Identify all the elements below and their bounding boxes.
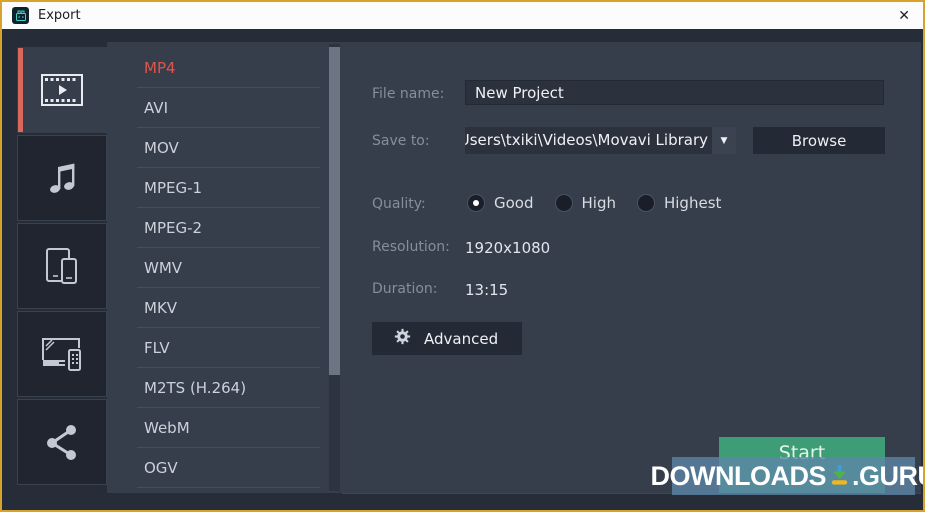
save-to-label: Save to: — [372, 133, 430, 149]
radio-circle-icon[interactable] — [554, 194, 573, 212]
quality-options: Good High Highest — [467, 194, 721, 212]
radio-label: Good — [494, 194, 534, 212]
radio-circle-icon[interactable] — [636, 194, 655, 212]
gear-icon — [394, 328, 411, 349]
duration-value: 13:15 — [465, 281, 509, 299]
file-name-value: New Project — [475, 83, 564, 102]
format-item-m2ts-h-264[interactable]: M2TS (H.264) — [107, 368, 320, 408]
format-item-mpeg-2[interactable]: MPEG-2 — [107, 208, 320, 248]
format-item-mp4[interactable]: MP4 — [107, 48, 320, 88]
tablet-phone-icon — [40, 245, 84, 287]
title-bar: Export ✕ — [2, 2, 923, 29]
tv-remote-icon — [39, 332, 85, 376]
tab-tv-devices[interactable] — [17, 311, 107, 397]
export-dialog: Export ✕ MP4 AVI MOV MPEG-1 MPEG-2 WMV M… — [0, 0, 925, 512]
film-strip-icon — [39, 72, 85, 108]
close-button[interactable]: ✕ — [895, 9, 913, 23]
duration-label: Duration: — [372, 281, 438, 297]
radio-label: High — [581, 194, 616, 212]
watermark-suffix: .GURU — [852, 460, 923, 491]
quality-radio-highest[interactable]: Highest — [636, 194, 722, 212]
format-item-mkv[interactable]: MKV — [107, 288, 320, 328]
format-panel: MP4 AVI MOV MPEG-1 MPEG-2 WMV MKV FLV M2TS (H.26… — [107, 42, 342, 493]
resolution-label: Resolution: — [372, 239, 450, 255]
format-item-flv[interactable]: FLV — [107, 328, 320, 368]
format-item-ogv[interactable]: OGV — [107, 448, 320, 488]
tab-sharing[interactable] — [17, 399, 107, 485]
resolution-value: 1920x1080 — [465, 239, 551, 257]
format-item-webm[interactable]: WebM — [107, 408, 320, 448]
save-to-dropdown[interactable]: C:\Users\txiki\Videos\Movavi Library ▼ — [465, 127, 736, 154]
window-title: Export — [38, 8, 81, 23]
watermark-prefix: DOWNLOADS — [650, 460, 827, 491]
radio-circle-icon[interactable] — [467, 194, 485, 212]
advanced-button[interactable]: Advanced — [372, 322, 522, 355]
share-icon — [41, 421, 83, 463]
advanced-label: Advanced — [424, 329, 499, 348]
category-tabs — [17, 47, 107, 487]
format-item-mov[interactable]: MOV — [107, 128, 320, 168]
browse-button[interactable]: Browse — [753, 127, 885, 154]
format-item-wmv[interactable]: WMV — [107, 248, 320, 288]
format-item-mpeg-1[interactable]: MPEG-1 — [107, 168, 320, 208]
watermark-banner: DOWNLOADS .GURU — [651, 457, 923, 495]
scrollbar-thumb[interactable] — [329, 47, 340, 375]
format-list-scrollbar[interactable] — [329, 44, 340, 491]
tab-video-formats[interactable] — [17, 47, 107, 133]
file-name-label: File name: — [372, 86, 445, 102]
quality-radio-good[interactable]: Good — [467, 194, 534, 212]
dropdown-arrow-icon[interactable]: ▼ — [712, 127, 736, 154]
quality-radio-high[interactable]: High — [554, 194, 616, 212]
settings-panel: File name: New Project Save to: C:\Users… — [342, 42, 921, 494]
download-icon — [826, 460, 852, 493]
music-note-icon — [40, 156, 84, 200]
format-list: MP4 AVI MOV MPEG-1 MPEG-2 WMV MKV FLV M2TS (H.26… — [107, 48, 320, 488]
tab-audio-formats[interactable] — [17, 135, 107, 221]
file-name-input[interactable]: New Project — [465, 80, 884, 105]
save-to-value: C:\Users\txiki\Videos\Movavi Library — [465, 131, 708, 149]
dialog-content: MP4 AVI MOV MPEG-1 MPEG-2 WMV MKV FLV M2TS (H.26… — [2, 29, 923, 510]
radio-label: Highest — [663, 194, 722, 212]
tab-mobile-devices[interactable] — [17, 223, 107, 309]
format-item-avi[interactable]: AVI — [107, 88, 320, 128]
quality-label: Quality: — [372, 196, 426, 212]
app-icon — [12, 7, 29, 24]
